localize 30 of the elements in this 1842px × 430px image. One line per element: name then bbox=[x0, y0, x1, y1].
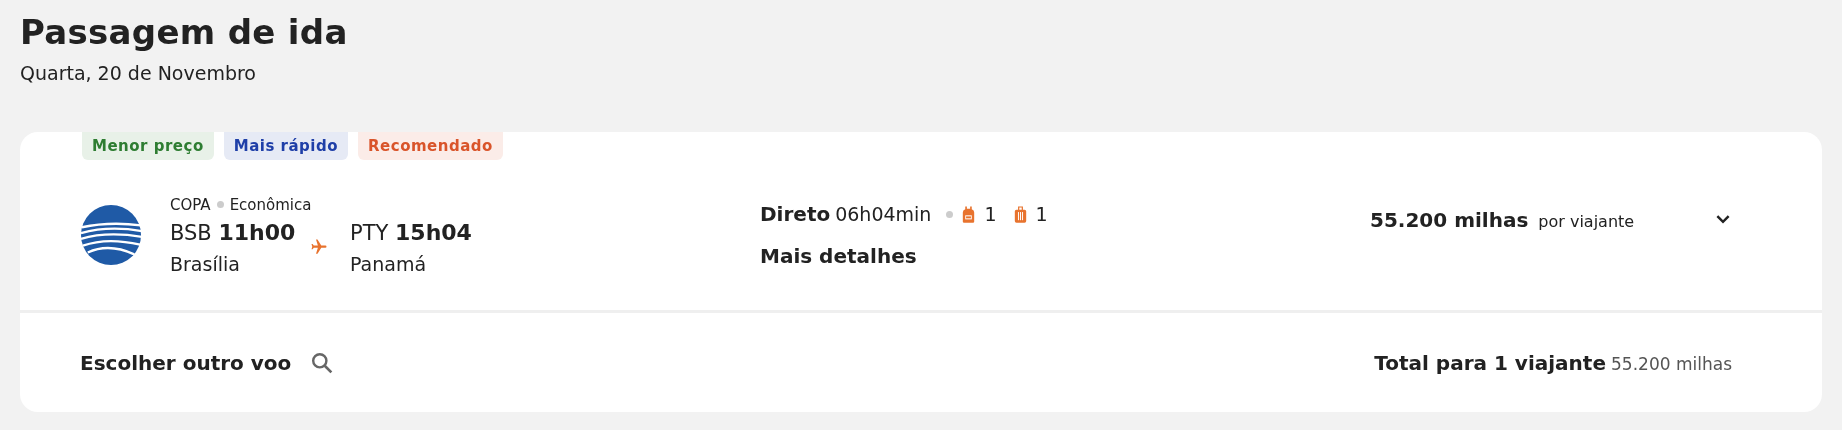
airline-logo-icon bbox=[80, 204, 142, 266]
airplane-icon bbox=[310, 238, 328, 256]
details-link[interactable]: Mais detalhes bbox=[760, 244, 1370, 268]
cabin-class: Econômica bbox=[229, 195, 312, 214]
airline-name: COPA bbox=[170, 195, 211, 214]
total-label: Total para 1 viajante bbox=[1374, 350, 1606, 375]
tag: Menor preço bbox=[82, 132, 214, 160]
separator-dot bbox=[216, 201, 224, 208]
suitcase-icon bbox=[1013, 205, 1027, 223]
origin-city: Brasília bbox=[170, 252, 241, 275]
total-value: 55.200 milhas bbox=[1611, 353, 1732, 374]
choose-other-flight-button[interactable]: Escolher outro voo bbox=[80, 350, 334, 375]
departure-time: 11h00 bbox=[218, 219, 296, 245]
arrival-time: 15h04 bbox=[395, 219, 472, 245]
flight-duration: 06h04min bbox=[835, 203, 932, 225]
tag: Recomendado bbox=[358, 132, 503, 160]
page-title: Passagem de ida bbox=[20, 12, 349, 52]
price-note: por viajante bbox=[1538, 212, 1635, 231]
price: 55.200 milhas bbox=[1370, 208, 1529, 232]
stops-label: Direto bbox=[760, 202, 831, 226]
destination-code: PTY bbox=[350, 220, 389, 245]
origin-code: BSB bbox=[170, 220, 212, 245]
backpack-icon bbox=[962, 205, 976, 223]
bag-count: 1 bbox=[1035, 203, 1048, 225]
search-icon bbox=[311, 351, 334, 374]
separator-dot bbox=[946, 210, 954, 218]
tag: Mais rápido bbox=[223, 132, 348, 160]
backpack-count: 1 bbox=[984, 203, 997, 225]
flight-date: Quarta, 20 de Novembro bbox=[20, 62, 257, 84]
destination-city: Panamá bbox=[350, 252, 428, 275]
